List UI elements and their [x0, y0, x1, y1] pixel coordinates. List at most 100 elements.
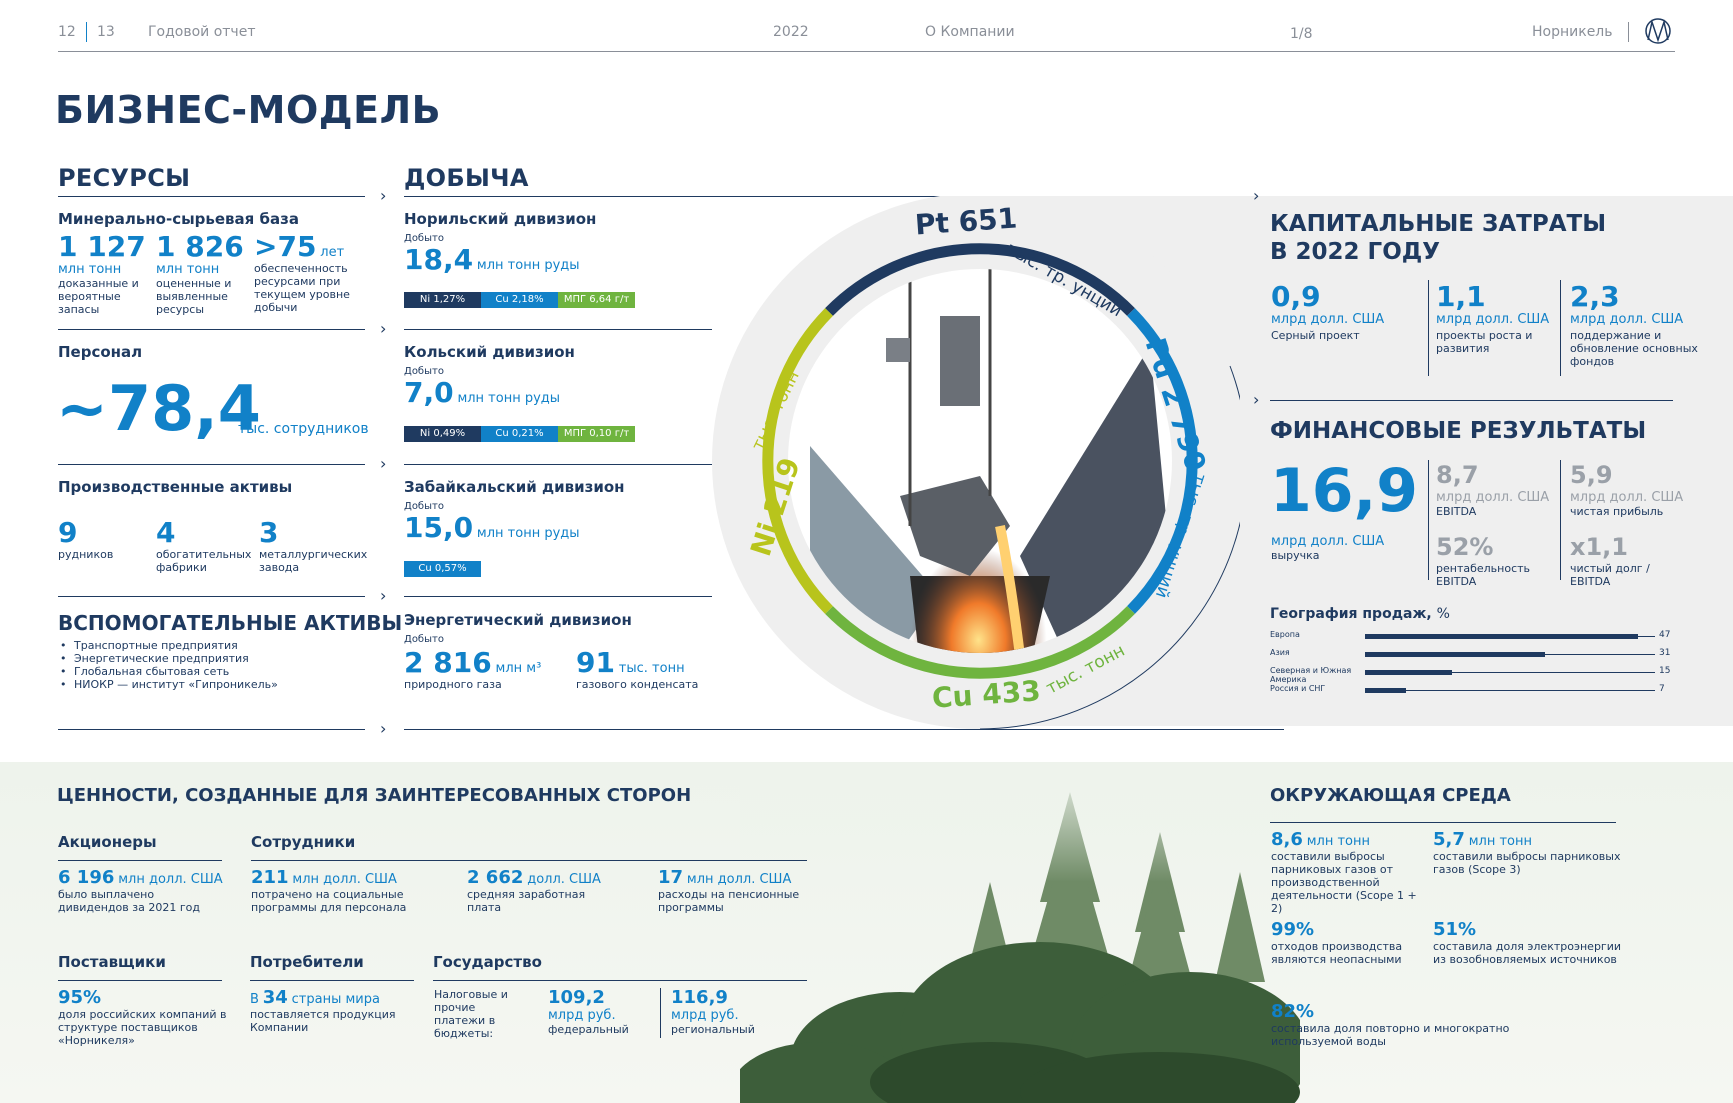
asset-value: 4 [156, 516, 176, 549]
section-link[interactable]: О Компании [925, 24, 1015, 40]
chart-bar-track [1365, 690, 1655, 691]
page-number-right[interactable]: 13 [97, 24, 115, 40]
capex-item: 2,3 млрд долл. США поддержание и обновле… [1570, 280, 1700, 369]
aux-assets-list: Транспортные предприятия Энергетические … [58, 639, 278, 691]
assets-title: Производственные активы [58, 478, 293, 496]
finance-desc: рентабельность EBITDA [1436, 562, 1531, 588]
finance-unit: млрд долл. США [1436, 490, 1550, 505]
grade-tag-pgm: МПГ 0,10 г/т [558, 426, 635, 442]
env-value: 5,7 [1433, 829, 1465, 850]
energy-unit: млн м³ [495, 661, 542, 676]
finance-item: x1,1 чистый долг / EBITDA [1570, 532, 1690, 588]
capex-unit: млрд долл. США [1570, 312, 1684, 327]
finance-item: 52% рентабельность EBITDA [1436, 532, 1556, 588]
asset-desc: рудников [58, 548, 114, 561]
chart-value-label: 7 [1659, 684, 1665, 694]
energy-value: 2 816 [404, 646, 492, 679]
finance-item: 8,7 млрд долл. США EBITDA [1436, 460, 1556, 518]
mineral-item: 1 127 млн тонн доказанные и вероятные за… [58, 230, 148, 317]
employees-item: 2 662 долл. США средняя заработная плата [467, 868, 617, 915]
mineral-unit: лет [320, 245, 345, 260]
brand-name: Норникель [1532, 24, 1613, 40]
chevron-right-icon[interactable]: › [380, 188, 386, 204]
division-unit: млн тонн руды [476, 258, 580, 273]
report-year: 2022 [773, 24, 809, 40]
grade-tag-cu: Cu 0,57% [404, 561, 481, 577]
capex-value: 0,9 [1271, 280, 1321, 313]
aux-assets-title: ВСПОМОГАТЕЛЬНЫЕ АКТИВЫ [58, 611, 403, 635]
capex-title-line2: В 2022 ГОДУ [1270, 239, 1440, 265]
finance-divider [1428, 460, 1429, 580]
suppliers-desc: доля российских компаний в структуре пос… [58, 1008, 227, 1047]
employees-desc: потрачено на социальные программы для пе… [251, 888, 407, 914]
nornickel-logo-icon[interactable] [1640, 17, 1676, 45]
values-rule [58, 860, 222, 861]
chevron-right-icon[interactable]: › [1253, 392, 1259, 408]
chevron-right-icon[interactable]: › [380, 456, 386, 472]
mining-rule [404, 329, 712, 330]
header-rule [58, 51, 1675, 52]
finance-value: 8,7 [1436, 461, 1479, 489]
env-desc: составили выбросы парниковых газов от пр… [1271, 850, 1417, 915]
mining-rule [404, 596, 712, 597]
state-value: 109,2 [548, 987, 605, 1008]
chart-value-label: 47 [1659, 630, 1671, 640]
page-number-left[interactable]: 12 [58, 24, 76, 40]
asset-value: 3 [259, 516, 279, 549]
mineral-value: 1 127 [58, 230, 146, 263]
energy-desc: природного газа [404, 678, 502, 691]
asset-item: 3 металлургических завода [259, 516, 369, 575]
state-item-desc: федеральный [548, 1023, 629, 1036]
finance-title: ФИНАНСОВЫЕ РЕЗУЛЬТАТЫ [1270, 418, 1647, 444]
chart-bar [1365, 652, 1545, 657]
page-divider [86, 22, 87, 42]
consumers-item: В 34 страны мира поставляется продукция … [250, 988, 410, 1035]
chart-category-label: Европа [1270, 630, 1300, 639]
capex-desc: проекты роста и развития [1436, 329, 1533, 355]
staff-unit: тыс. сотрудников [238, 421, 369, 437]
grade-tag-pgm: МПГ 6,64 г/т [558, 292, 635, 308]
state-item: 116,9 млрд руб. региональный [671, 988, 791, 1037]
capex-title-line1: КАПИТАЛЬНЫЕ ЗАТРАТЫ [1270, 211, 1607, 237]
asset-item: 4 обогатительных фабрики [156, 516, 256, 575]
state-item-desc: региональный [671, 1023, 755, 1036]
env-desc: составили выбросы парниковых газов (Scop… [1433, 850, 1621, 876]
division-title: Энергетический дивизион [404, 611, 632, 629]
chart-value-label: 31 [1659, 648, 1671, 658]
env-desc: отходов производства являются неопасными [1271, 940, 1403, 966]
page-pager[interactable]: 1/8 [1290, 26, 1313, 42]
employees-unit: долл. США [527, 872, 601, 887]
capex-value: 2,3 [1570, 280, 1620, 313]
forest-image [740, 762, 1300, 1103]
division-title: Кольский дивизион [404, 343, 575, 361]
asset-item: 9 рудников [58, 518, 148, 562]
revenue-desc: выручка [1271, 549, 1320, 562]
grade-tag-ni: Ni 1,27% [404, 292, 481, 308]
list-item: Транспортные предприятия [58, 639, 278, 652]
env-item: 99% отходов производства являются неопас… [1271, 920, 1423, 967]
asset-desc: обогатительных фабрики [156, 548, 252, 574]
chart-bar [1365, 688, 1406, 693]
division-energy: Энергетический дивизион Добыто [404, 611, 734, 646]
finance-desc: чистая прибыль [1570, 505, 1664, 518]
env-value: 82% [1271, 1001, 1315, 1022]
capex-unit: млрд долл. США [1271, 312, 1385, 327]
capex-desc: Серный проект [1271, 329, 1360, 342]
chevron-right-icon[interactable]: › [380, 588, 386, 604]
staff-title: Персонал [58, 343, 143, 361]
capex-title: КАПИТАЛЬНЫЕ ЗАТРАТЫ В 2022 ГОДУ [1270, 210, 1606, 266]
division-unit: млн тонн руды [457, 391, 561, 406]
chevron-right-icon[interactable]: › [380, 721, 386, 737]
env-item: 82% составила доля повторно и многократн… [1271, 1001, 1571, 1049]
mineral-unit: млн тонн [156, 262, 220, 277]
mining-title: ДОБЫЧА [404, 164, 529, 192]
chevron-right-icon[interactable]: › [380, 321, 386, 337]
resources-title: РЕСУРСЫ [58, 164, 191, 192]
mineral-desc: обеспеченность ресурсами при текущем уро… [254, 262, 350, 314]
chevron-right-icon[interactable]: › [1253, 188, 1259, 204]
staff-value: ~78,4 [56, 372, 261, 445]
report-title[interactable]: Годовой отчет [148, 24, 255, 40]
grade-tag-cu: Cu 0,21% [481, 426, 558, 442]
env-value: 8,6 [1271, 829, 1303, 850]
division-label: Добыто [404, 634, 444, 645]
